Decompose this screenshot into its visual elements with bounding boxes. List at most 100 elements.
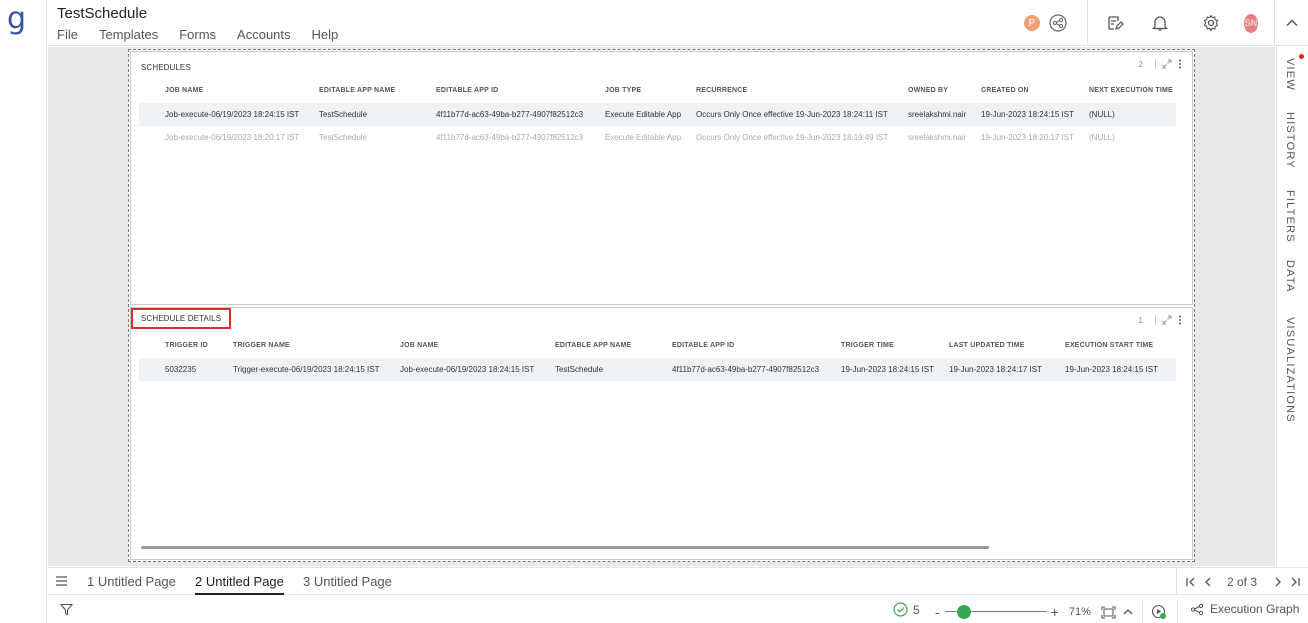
profile-avatar-button[interactable]: P <box>1021 15 1043 31</box>
cell: 19-Jun-2023 18:24:15 IST <box>1065 365 1158 374</box>
page-tabs-bar: 1 Untitled Page 2 Untitled Page 3 Untitl… <box>48 567 1308 595</box>
column-header[interactable]: JOB NAME <box>165 87 204 94</box>
column-header[interactable]: JOB TYPE <box>605 87 641 94</box>
column-header[interactable]: EDITABLE APP NAME <box>319 87 395 94</box>
first-page-icon[interactable] <box>1185 576 1197 588</box>
chevron-up-icon[interactable] <box>1122 606 1134 618</box>
column-header[interactable]: TRIGGER NAME <box>233 342 290 349</box>
more-options-icon[interactable] <box>1178 59 1182 69</box>
profile-avatar: P <box>1024 15 1040 31</box>
filter-icon[interactable] <box>60 603 73 616</box>
schedule-details-title: SCHEDULE DETAILS <box>131 308 232 329</box>
tab-history[interactable]: HISTORY <box>1284 112 1296 169</box>
tab-view[interactable]: VIEW <box>1284 58 1296 91</box>
expand-icon[interactable] <box>1162 59 1172 69</box>
cell: Occurs Only Once effective 19-Jun-2023 1… <box>696 110 888 119</box>
check-circle-icon <box>893 602 908 617</box>
cell: sreelakshmi.nair <box>908 110 967 119</box>
column-header[interactable]: CREATED ON <box>981 87 1029 94</box>
schedule-details-count: 1 <box>1138 315 1143 325</box>
column-header[interactable]: EDITABLE APP ID <box>436 87 498 94</box>
app-window: g TestSchedule File Templates Forms Acco… <box>0 0 1308 623</box>
menu-forms[interactable]: Forms <box>179 27 216 42</box>
menu-accounts[interactable]: Accounts <box>237 27 290 42</box>
status-bar: 5 - + 71% Execution Graph <box>47 596 1308 623</box>
schedules-panel: SCHEDULES 2 JOB NAME EDITABLE APP NAME E… <box>130 51 1193 305</box>
share-button[interactable] <box>1043 14 1073 32</box>
cell: TestSchedule <box>319 110 368 119</box>
cell: 19-Jun-2023 18:20:17 IST <box>981 133 1074 142</box>
cell: TestSchedule <box>555 365 604 374</box>
app-title: TestSchedule <box>57 5 148 22</box>
page-tab-2[interactable]: 2 Untitled Page <box>195 574 284 595</box>
expand-icon[interactable] <box>1162 315 1172 325</box>
user-menu-button[interactable]: SN <box>1244 13 1258 33</box>
table-row[interactable]: 5032235 Trigger-execute-06/19/2023 18:24… <box>139 358 1176 381</box>
last-page-icon[interactable] <box>1289 576 1301 588</box>
header: TestSchedule File Templates Forms Accoun… <box>47 0 1308 46</box>
cell: (NULL) <box>1089 133 1115 142</box>
page-indicator: 2 of 3 <box>1227 574 1258 589</box>
schedules-title: SCHEDULES <box>141 63 191 72</box>
tab-visualizations[interactable]: VISUALIZATIONS <box>1284 317 1296 423</box>
column-header[interactable]: JOB NAME <box>400 342 439 349</box>
schedules-header-row: JOB NAME EDITABLE APP NAME EDITABLE APP … <box>139 81 1176 103</box>
column-header[interactable]: NEXT EXECUTION TIME <box>1089 87 1173 94</box>
execution-graph-icon <box>1190 603 1204 615</box>
notifications-button[interactable] <box>1142 14 1178 32</box>
right-panel-tabs: VIEW HISTORY FILTERS DATA VISUALIZATIONS <box>1276 46 1308 566</box>
zoom-slider-thumb[interactable] <box>956 605 971 619</box>
hamburger-menu-icon[interactable] <box>55 575 68 587</box>
column-header[interactable]: TRIGGER ID <box>165 342 208 349</box>
app-logo[interactable]: g <box>7 2 26 36</box>
gear-icon <box>1203 14 1219 32</box>
menu-templates[interactable]: Templates <box>99 27 158 42</box>
column-header[interactable]: EXECUTION START TIME <box>1065 342 1153 349</box>
notes-button[interactable] <box>1088 14 1142 32</box>
column-header[interactable]: TRIGGER TIME <box>841 342 894 349</box>
zoom-controls: - + 71% <box>935 602 1178 622</box>
cell: (NULL) <box>1089 110 1115 119</box>
cell: 19-Jun-2023 18:24:15 IST <box>841 365 934 374</box>
schedule-details-tools: 1 <box>1139 315 1182 325</box>
cell: Trigger-execute-06/19/2023 18:24:15 IST <box>233 365 380 374</box>
cell: Job-execute-06/19/2023 18:24:15 IST <box>400 365 535 374</box>
validation-status[interactable]: 5 <box>893 602 920 617</box>
run-status-icon[interactable] <box>1151 604 1167 620</box>
schedule-details-panel: SCHEDULE DETAILS 1 TRIGGER ID TRIGGER NA… <box>130 307 1193 560</box>
table-row[interactable]: Job-execute-06/19/2023 18:24:15 IST Test… <box>139 103 1176 126</box>
menu-file[interactable]: File <box>57 27 78 42</box>
cell: 5032235 <box>165 365 197 374</box>
check-count: 5 <box>913 602 920 617</box>
table-row[interactable]: Job-execute-06/19/2023 18:20:17 IST Test… <box>139 126 1176 149</box>
previous-page-icon[interactable] <box>1203 576 1213 588</box>
header-toolbar: P SN <box>1021 0 1308 46</box>
column-header[interactable]: OWNED BY <box>908 87 948 94</box>
edit-notes-icon <box>1108 16 1124 30</box>
menu-help[interactable]: Help <box>312 27 339 42</box>
execution-graph-button[interactable]: Execution Graph <box>1190 602 1299 616</box>
report-canvas: SCHEDULES 2 JOB NAME EDITABLE APP NAME E… <box>48 47 1275 566</box>
left-rail: g <box>0 0 47 623</box>
schedules-count: 2 <box>1138 59 1143 69</box>
zoom-slider[interactable] <box>944 605 1047 619</box>
page-tab-3[interactable]: 3 Untitled Page <box>303 574 392 589</box>
settings-button[interactable] <box>1178 14 1244 32</box>
page-navigation: 2 of 3 <box>1176 568 1308 595</box>
column-header[interactable]: RECURRENCE <box>696 87 747 94</box>
zoom-out-button[interactable]: - <box>935 604 940 620</box>
cell: Execute Editable App <box>605 110 682 119</box>
column-header[interactable]: EDITABLE APP NAME <box>555 342 631 349</box>
column-header[interactable]: LAST UPDATED TIME <box>949 342 1025 349</box>
tab-filters[interactable]: FILTERS <box>1284 190 1296 243</box>
horizontal-scrollbar[interactable] <box>141 546 989 549</box>
schedule-details-header-row: TRIGGER ID TRIGGER NAME JOB NAME EDITABL… <box>139 336 1176 358</box>
zoom-in-button[interactable]: + <box>1051 604 1059 620</box>
collapse-header-button[interactable] <box>1275 16 1308 30</box>
next-page-icon[interactable] <box>1273 576 1283 588</box>
tab-data[interactable]: DATA <box>1284 260 1296 293</box>
column-header[interactable]: EDITABLE APP ID <box>672 342 734 349</box>
more-options-icon[interactable] <box>1178 315 1182 325</box>
fit-to-screen-icon[interactable] <box>1101 605 1116 619</box>
page-tab-1[interactable]: 1 Untitled Page <box>87 574 176 589</box>
